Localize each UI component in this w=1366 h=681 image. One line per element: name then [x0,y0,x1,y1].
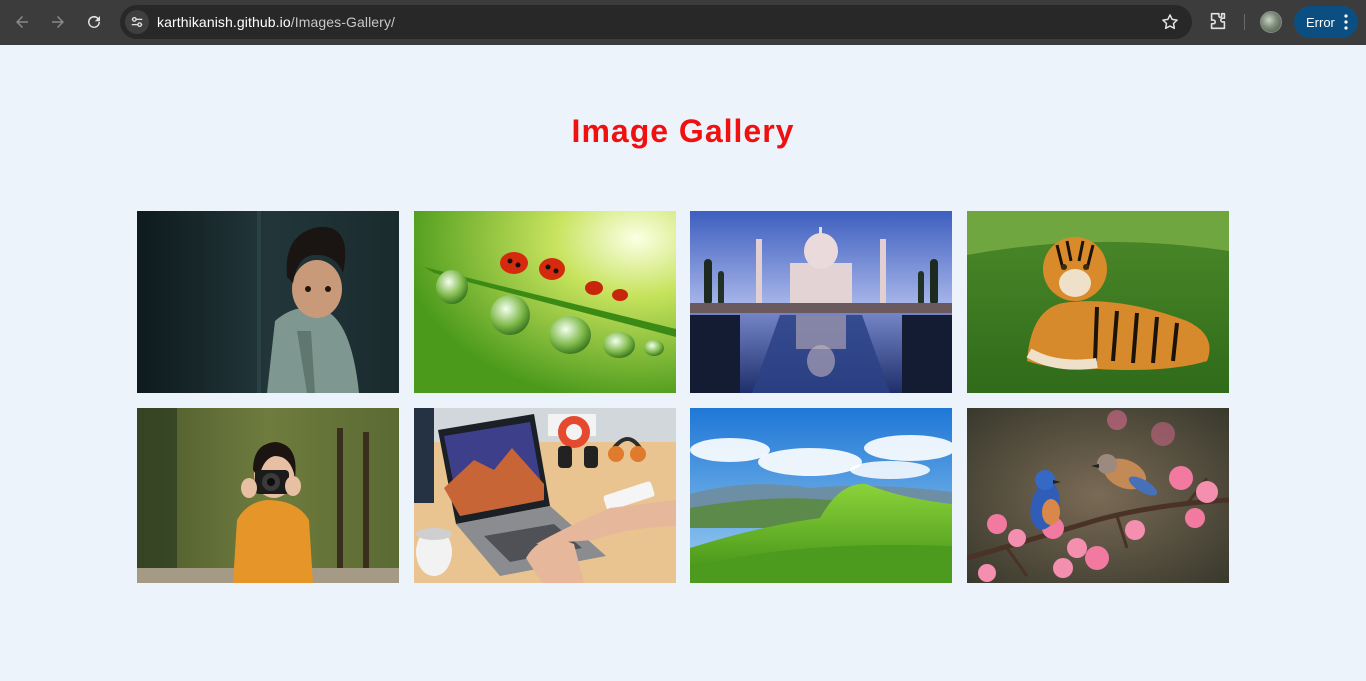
gallery-image-hills[interactable] [690,408,952,583]
star-icon[interactable] [1160,12,1180,32]
browser-toolbar: karthikanish.github.io/Images-Gallery/ E… [0,0,1366,45]
url-path: /Images-Gallery/ [290,14,396,30]
gallery-image-taj-mahal[interactable] [690,211,952,393]
gallery-image-laptop[interactable] [413,408,676,583]
reload-button[interactable] [81,9,107,35]
reload-icon [88,15,100,28]
site-info-button[interactable] [125,10,149,34]
page-title: Image Gallery [571,113,795,149]
gallery-image-photographer[interactable] [137,408,399,583]
forward-arrow-icon [52,16,64,28]
address-bar[interactable]: karthikanish.github.io/Images-Gallery/ [120,5,1192,39]
toolbar-divider [1244,14,1245,30]
forward-button[interactable] [45,9,71,35]
error-button[interactable]: Error [1294,6,1358,38]
image-gallery [137,211,1229,583]
gallery-image-bluebirds[interactable] [966,408,1229,583]
site-info-icon [131,16,143,28]
url-text[interactable]: karthikanish.github.io/Images-Gallery/ [157,14,395,30]
url-host: karthikanish.github.io [157,14,291,30]
gallery-image-child[interactable] [137,211,399,393]
back-button[interactable] [9,9,35,35]
profile-avatar[interactable] [1260,11,1282,33]
gallery-image-ladybugs[interactable] [413,211,676,393]
back-arrow-icon [16,16,28,28]
extensions-icon[interactable] [1207,10,1229,32]
kebab-menu-icon [1344,14,1348,30]
gallery-image-tiger[interactable] [966,211,1229,393]
error-label: Error [1306,14,1335,30]
